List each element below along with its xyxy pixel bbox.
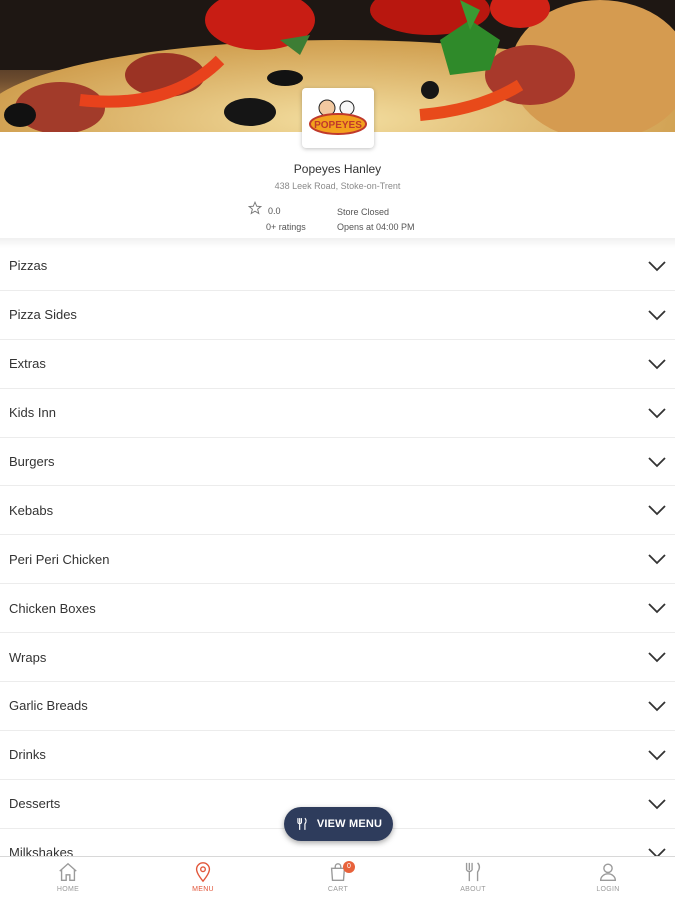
category-item[interactable]: Extras xyxy=(0,340,675,389)
view-menu-label: VIEW MENU xyxy=(316,818,383,830)
category-item[interactable]: Chicken Boxes xyxy=(0,584,675,634)
cutlery-icon xyxy=(297,817,307,830)
category-label: Kebabs xyxy=(9,502,54,518)
rating-value: 0.0 xyxy=(268,206,281,216)
store-name: Popeyes Hanley xyxy=(293,162,382,176)
chevron-down-icon xyxy=(648,359,666,369)
nav-login-label: LOGIN xyxy=(596,886,620,893)
category-item[interactable]: Kids Inn xyxy=(0,389,675,438)
chevron-down-icon xyxy=(648,261,666,272)
category-label: Garlic Breads xyxy=(9,698,88,714)
category-label: Wraps xyxy=(9,649,47,665)
chevron-down-icon xyxy=(648,505,666,516)
popeyes-logo-icon: POPEYES xyxy=(307,96,369,140)
store-address: 438 Leek Road, Stoke-on-Trent xyxy=(274,181,401,191)
chevron-down-icon xyxy=(648,750,666,761)
category-label: Burgers xyxy=(9,454,55,469)
category-item[interactable]: Drinks xyxy=(0,731,675,780)
nav-menu-label: MENU xyxy=(192,886,214,893)
location-pin-icon xyxy=(195,862,211,883)
nav-login[interactable]: LOGIN xyxy=(568,861,648,899)
category-label: Pizza Sides xyxy=(9,307,77,323)
nav-home[interactable]: HOME xyxy=(28,861,108,899)
category-label: Peri Peri Chicken xyxy=(9,551,110,567)
category-item[interactable]: Pizzas xyxy=(0,242,675,291)
category-label: Extras xyxy=(9,356,46,372)
view-menu-button[interactable]: VIEW MENU xyxy=(284,807,393,841)
nav-about[interactable]: ABOUT xyxy=(433,861,513,899)
chevron-down-icon xyxy=(648,701,666,712)
category-label: Drinks xyxy=(9,747,46,763)
logo-text: POPEYES xyxy=(314,120,362,131)
nav-home-label: HOME xyxy=(56,886,80,893)
category-item[interactable]: Pizza Sides xyxy=(0,291,675,340)
category-label: Desserts xyxy=(9,796,61,812)
nav-cart-label: CART xyxy=(327,886,349,893)
cutlery-icon xyxy=(465,862,481,882)
chevron-down-icon xyxy=(648,603,666,614)
store-status: Store Closed Opens at 04:00 PM xyxy=(337,205,415,235)
opening-time-text: Opens at 04:00 PM xyxy=(337,222,415,232)
category-item[interactable]: Wraps xyxy=(0,633,675,683)
chevron-down-icon xyxy=(648,407,666,418)
store-closed-text: Store Closed xyxy=(337,207,390,217)
category-label: Chicken Boxes xyxy=(9,600,96,616)
chevron-down-icon xyxy=(648,799,666,810)
star-icon xyxy=(248,201,262,215)
cart-count-badge: 0 xyxy=(343,861,355,873)
category-item[interactable]: Burgers xyxy=(0,438,675,487)
chevron-down-icon xyxy=(648,310,666,321)
nav-menu[interactable]: MENU xyxy=(163,861,243,899)
category-label: Kids Inn xyxy=(9,405,56,421)
category-label: Pizzas xyxy=(9,258,48,274)
store-logo: POPEYES xyxy=(302,88,374,148)
rating-count: 0+ ratings xyxy=(266,222,306,232)
user-icon xyxy=(599,863,617,881)
category-item[interactable]: Kebabs xyxy=(0,486,675,536)
category-item[interactable]: Garlic Breads xyxy=(0,682,675,731)
chevron-down-icon xyxy=(648,456,666,467)
category-item[interactable]: Peri Peri Chicken xyxy=(0,535,675,585)
bottom-navigation: HOME MENU 0 CART ABOUT LOGIN xyxy=(0,856,675,900)
app-screen: POPEYES Popeyes Hanley 438 Leek Road, St… xyxy=(0,0,675,900)
nav-about-label: ABOUT xyxy=(460,886,486,893)
nav-cart[interactable]: 0 CART xyxy=(298,861,378,899)
category-list: Pizzas Pizza Sides Extras Kids Inn Burge… xyxy=(0,242,675,878)
chevron-down-icon xyxy=(648,652,666,663)
home-icon xyxy=(59,862,77,881)
chevron-down-icon xyxy=(648,554,666,565)
